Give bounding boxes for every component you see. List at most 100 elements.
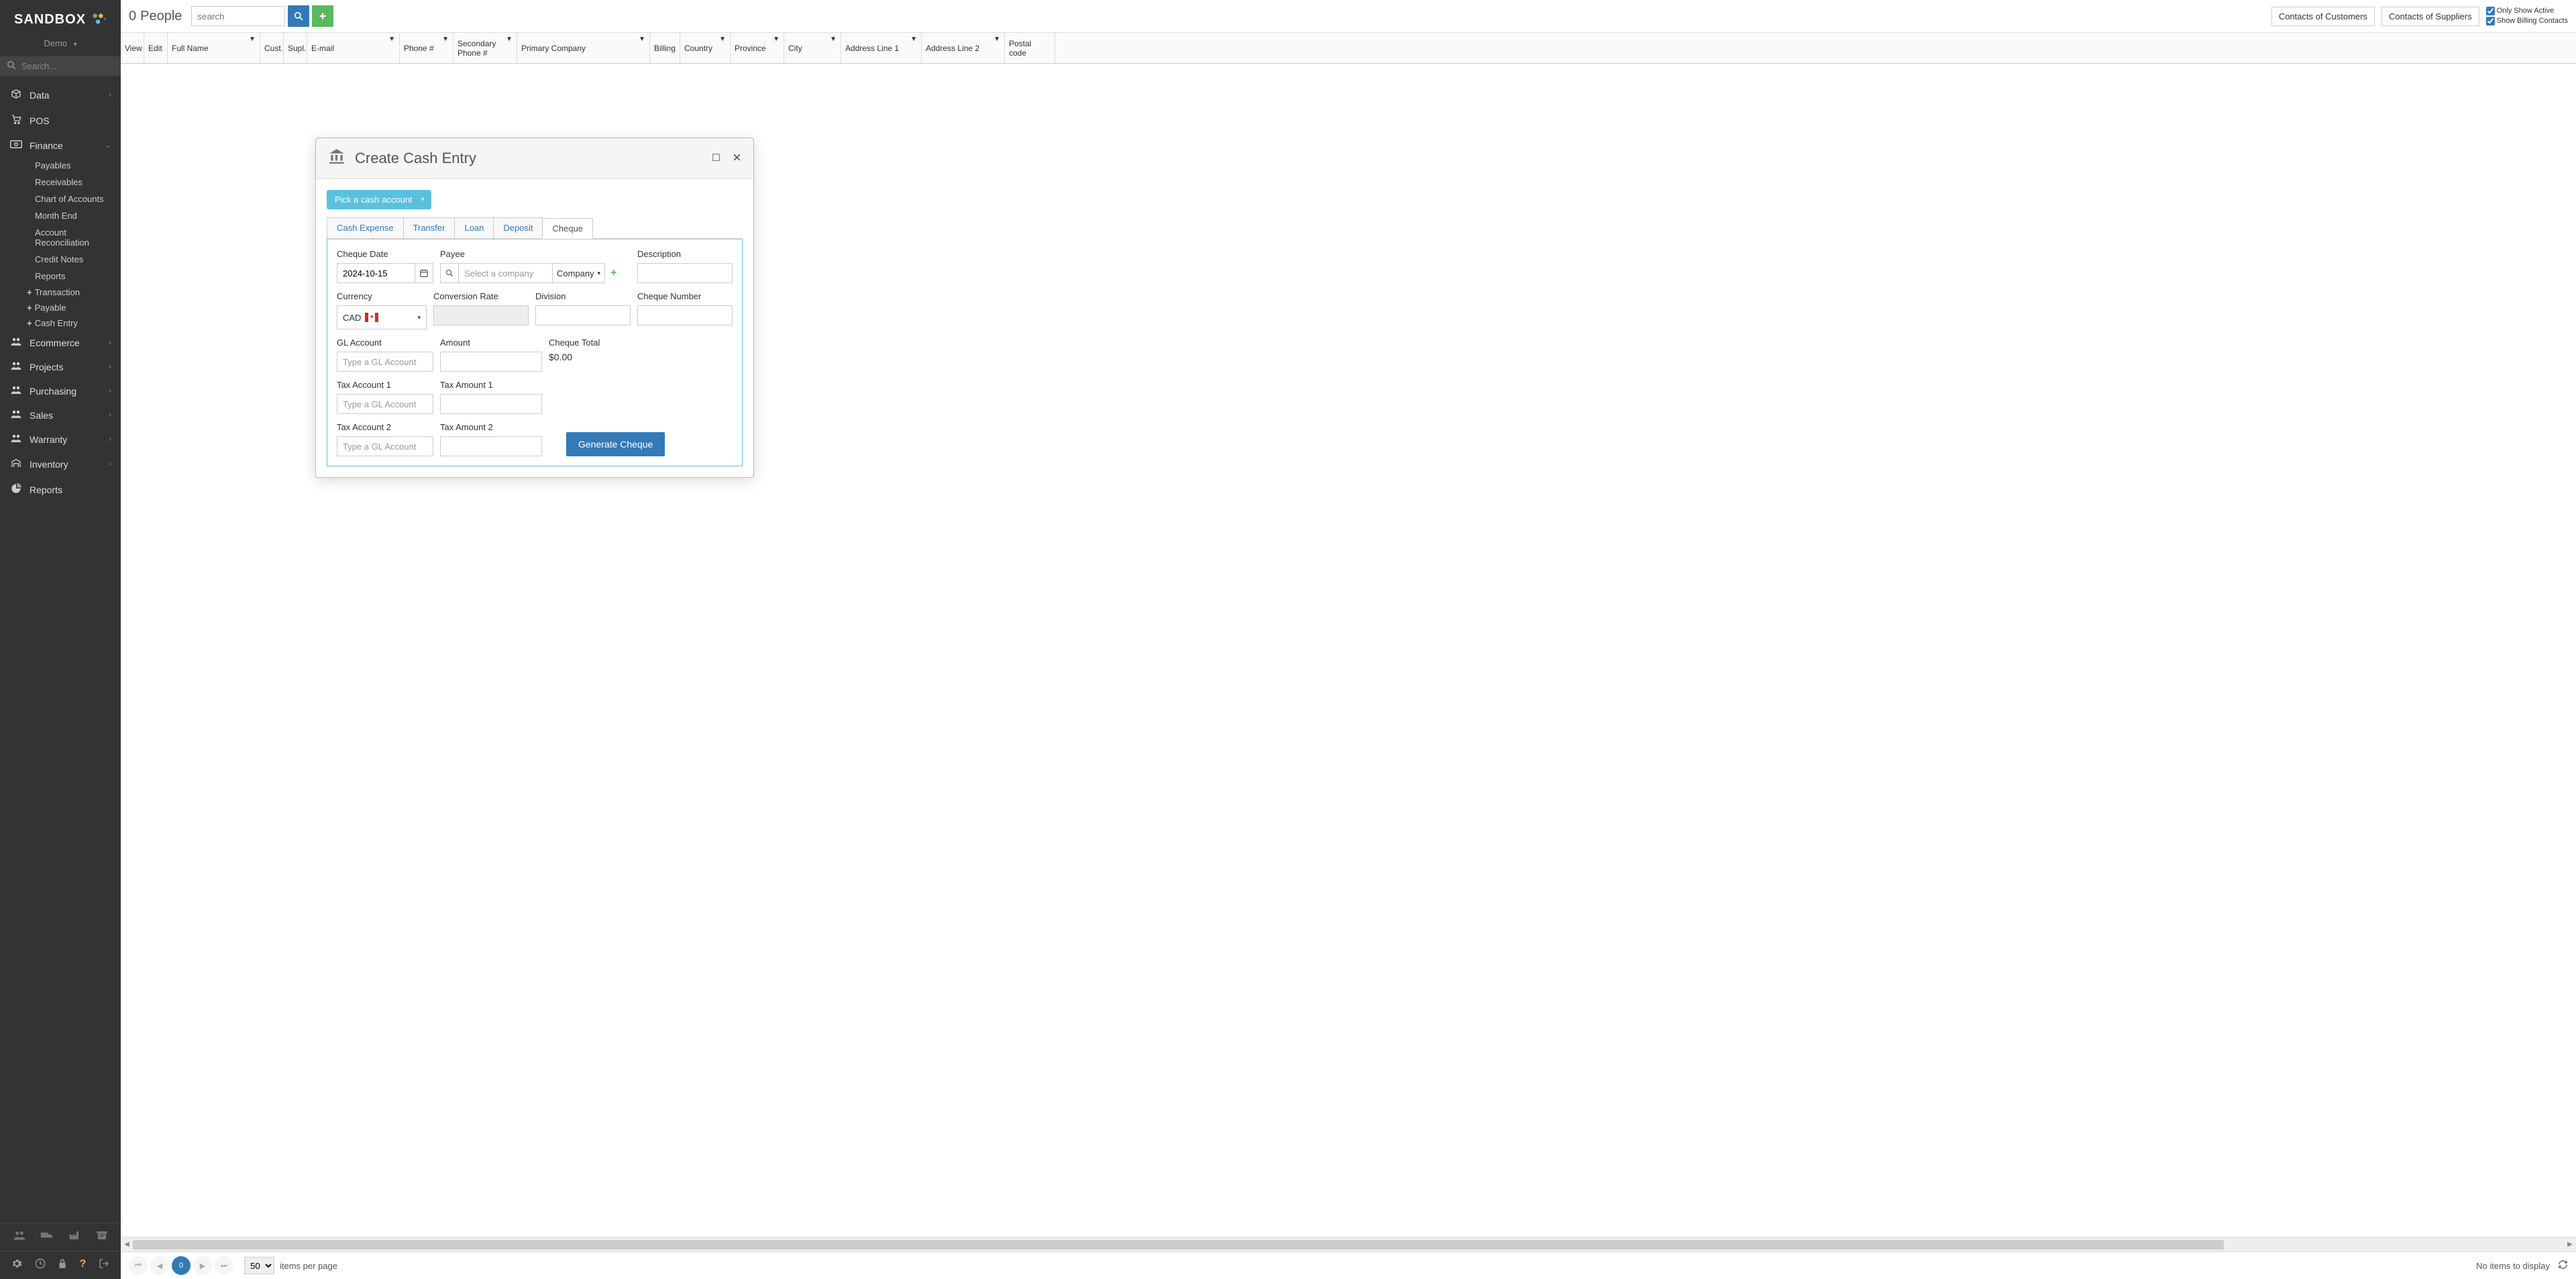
sidebar-search-input[interactable] [21,61,114,71]
col-city[interactable]: City▼ [784,33,841,63]
col-email[interactable]: E-mail▼ [307,33,400,63]
payee-search-icon[interactable] [440,263,459,283]
scroll-right-icon[interactable]: ▶ [2564,1241,2576,1248]
sub-receivables[interactable]: Receivables [0,174,121,191]
sub-credit-notes[interactable]: Credit Notes [0,251,121,268]
search-input[interactable] [191,6,285,26]
lock-icon[interactable] [58,1258,67,1272]
tab-cheque[interactable]: Cheque [542,218,593,239]
tab-cash-expense[interactable]: Cash Expense [327,217,404,238]
calendar-icon[interactable] [415,263,433,283]
maximize-icon[interactable] [712,153,720,164]
help-icon[interactable]: ? [80,1258,87,1272]
filter-icon[interactable]: ▼ [639,36,645,43]
only-active-checkbox[interactable]: Only Show Active [2486,7,2568,15]
last-page-button[interactable]: ⏭ [215,1256,233,1275]
archive-icon[interactable] [96,1230,108,1244]
show-billing-checkbox[interactable]: Show Billing Contacts [2486,17,2568,25]
col-country[interactable]: Country▼ [680,33,731,63]
sub-reports[interactable]: Reports [0,268,121,285]
sub-transaction[interactable]: +Transaction [0,285,121,300]
truck-icon[interactable] [40,1230,54,1244]
sub-payables[interactable]: Payables [0,157,121,174]
col-addr1[interactable]: Address Line 1▼ [841,33,922,63]
col-addr2[interactable]: Address Line 2▼ [922,33,1005,63]
col-postal[interactable]: Postal code [1005,33,1055,63]
tax-amount-2-input[interactable] [440,436,542,456]
sub-month-end[interactable]: Month End [0,207,121,224]
filter-icon[interactable]: ▼ [994,36,1000,43]
filter-icon[interactable]: ▼ [910,36,917,43]
tax-account-2-input[interactable] [337,436,433,456]
nav-purchasing[interactable]: Purchasing › [0,379,121,403]
contacts-customers-button[interactable]: Contacts of Customers [2271,7,2375,26]
first-page-button[interactable]: ⏮ [129,1256,148,1275]
sub-payable[interactable]: +Payable [0,300,121,315]
tab-transfer[interactable]: Transfer [403,217,455,238]
scroll-left-icon[interactable]: ◀ [121,1241,133,1248]
add-payee-icon[interactable]: + [610,267,616,279]
nav-inventory[interactable]: Inventory › [0,452,121,477]
scroll-thumb[interactable] [133,1240,2224,1249]
col-province[interactable]: Province▼ [731,33,784,63]
filter-icon[interactable]: ▼ [719,36,726,43]
division-input[interactable] [535,305,631,325]
tab-loan[interactable]: Loan [454,217,494,238]
payee-type-select[interactable]: Company [553,263,605,283]
generate-cheque-button[interactable]: Generate Cheque [566,432,665,456]
col-supl[interactable]: Supl. [284,33,307,63]
gl-account-input[interactable] [337,352,433,372]
filter-icon[interactable]: ▼ [442,36,449,43]
cheque-number-input[interactable] [637,305,733,325]
contacts-suppliers-button[interactable]: Contacts of Suppliers [2381,7,2479,26]
payee-input[interactable] [459,263,553,283]
nav-projects[interactable]: Projects › [0,355,121,379]
nav-pos[interactable]: POS [0,108,121,134]
horizontal-scrollbar[interactable]: ◀ ▶ [121,1237,2576,1251]
items-per-page-select[interactable]: 50 [244,1257,274,1274]
filter-icon[interactable]: ▼ [388,36,395,43]
tax-amount-1-input[interactable] [440,394,542,414]
nav-sales[interactable]: Sales › [0,403,121,427]
cheque-date-input[interactable] [337,263,415,283]
currency-select[interactable]: CAD [337,305,427,329]
col-phone[interactable]: Phone #▼ [400,33,453,63]
nav-finance[interactable]: Finance ⌄ [0,134,121,157]
amount-input[interactable] [440,352,542,372]
sidebar-search[interactable] [0,56,121,76]
filter-icon[interactable]: ▼ [773,36,780,43]
sub-reconciliation[interactable]: Account Reconciliation [0,224,121,251]
nav-data[interactable]: Data › [0,83,121,108]
refresh-icon[interactable] [2558,1260,2568,1272]
sub-cash-entry[interactable]: +Cash Entry [0,315,121,331]
nav-warranty[interactable]: Warranty › [0,427,121,452]
nav-reports[interactable]: Reports [0,477,121,503]
tax-account-1-input[interactable] [337,394,433,414]
close-icon[interactable] [733,153,741,164]
col-full-name[interactable]: Full Name▼ [168,33,260,63]
col-view[interactable]: View [121,33,144,63]
logout-icon[interactable] [99,1258,109,1272]
scroll-track[interactable] [133,1240,2564,1249]
pick-cash-account-button[interactable]: Pick a cash account [327,190,431,209]
col-phone2[interactable]: Secondary Phone #▼ [453,33,517,63]
filter-icon[interactable]: ▼ [830,36,837,43]
filter-icon[interactable]: ▼ [506,36,513,43]
col-edit[interactable]: Edit [144,33,168,63]
clock-icon[interactable] [35,1258,46,1272]
description-input[interactable] [637,263,733,283]
users-icon[interactable] [13,1230,26,1244]
prev-page-button[interactable]: ◀ [150,1256,169,1275]
add-button[interactable] [312,5,333,27]
gear-icon[interactable] [11,1258,22,1272]
tenant-selector[interactable]: Demo ▾ [0,33,121,56]
current-page[interactable]: 0 [172,1256,191,1275]
col-primary-company[interactable]: Primary Company▼ [517,33,650,63]
next-page-button[interactable]: ▶ [193,1256,212,1275]
tab-deposit[interactable]: Deposit [493,217,543,238]
industry-icon[interactable] [68,1230,82,1244]
search-button[interactable] [288,5,309,27]
col-cust[interactable]: Cust. [260,33,284,63]
col-billing[interactable]: Billing [650,33,680,63]
sub-coa[interactable]: Chart of Accounts [0,191,121,207]
